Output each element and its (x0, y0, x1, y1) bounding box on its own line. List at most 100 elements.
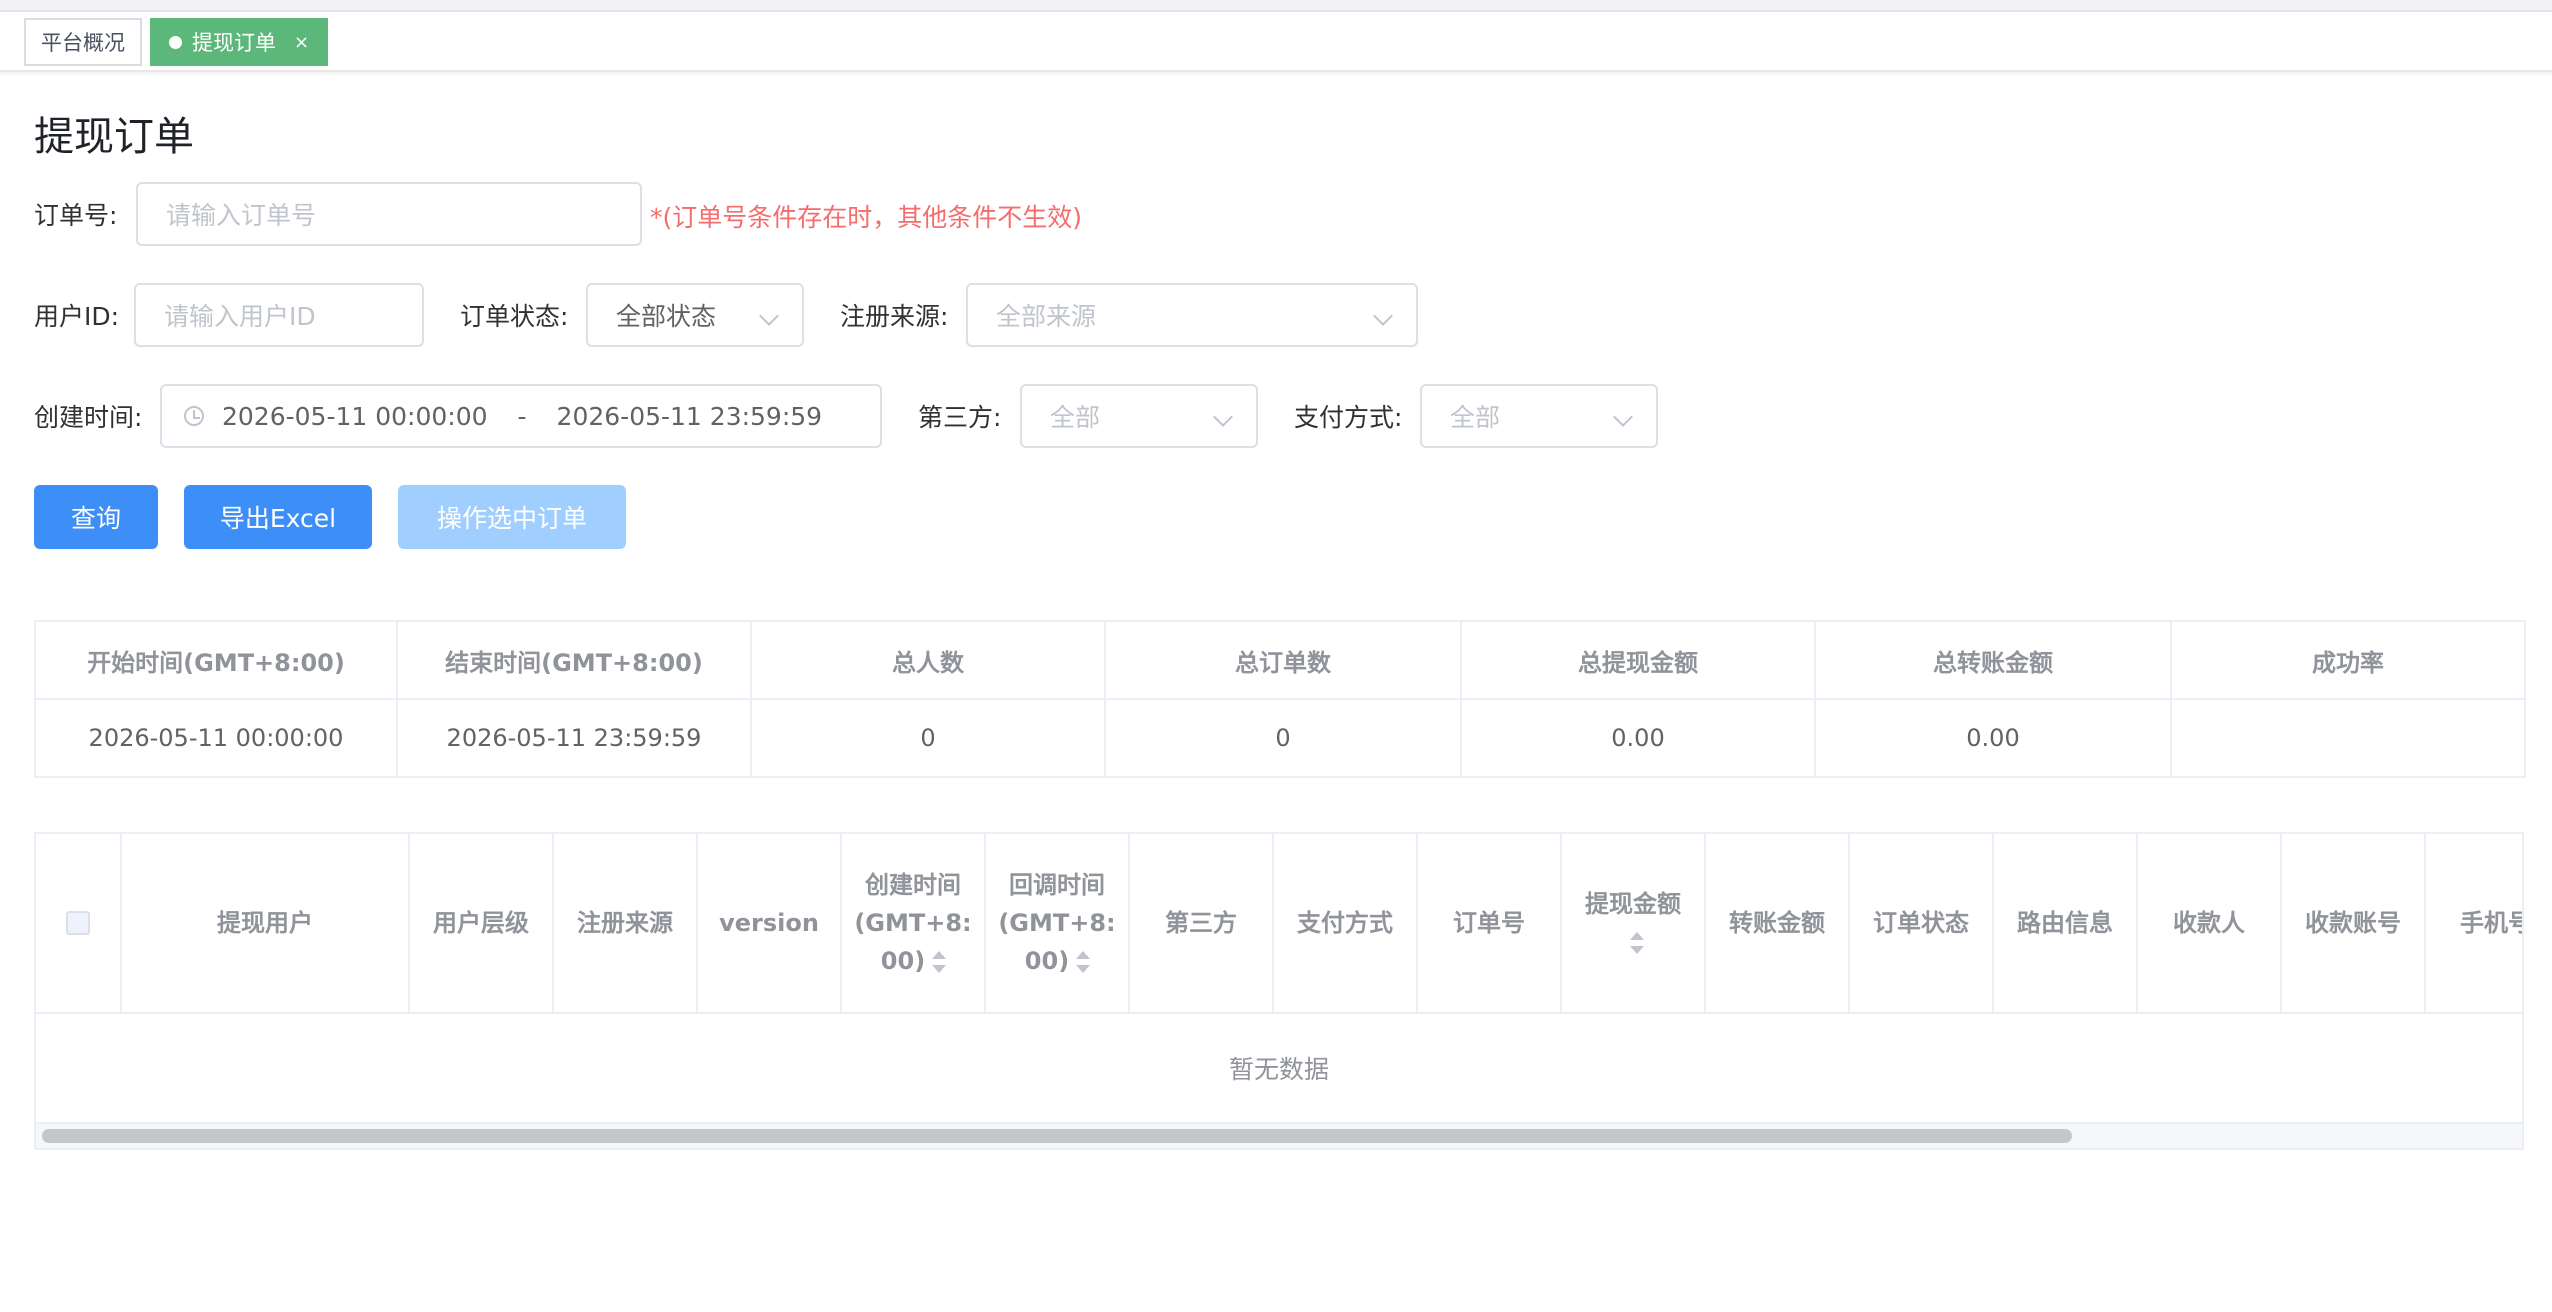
summary-cell: 0.00 (1814, 698, 2172, 778)
col-status: 订单状态 (1850, 834, 1994, 1012)
reg-source-label: 注册来源: (840, 302, 949, 331)
summary-header: 开始时间(GMT+8:00) (34, 620, 398, 700)
user-id-input[interactable]: 请输入用户ID (134, 283, 424, 347)
col-third: 第三方 (1130, 834, 1274, 1012)
tab-label: 平台概况 (41, 31, 125, 55)
order-no-label: 订单号: (34, 201, 118, 230)
col-phone-label: 手机号 (2460, 909, 2522, 937)
summary-header: 总转账金额 (1814, 620, 2172, 700)
query-button[interactable]: 查询 (34, 485, 158, 549)
page-title: 提现订单 (34, 114, 194, 160)
reg-source-placeholder: 全部来源 (996, 302, 1097, 331)
summary-row: 2026-05-11 00:00:00 2026-05-11 23:59:59 … (34, 698, 2526, 778)
pay-method-label: 支付方式: (1294, 403, 1403, 432)
pay-method-select[interactable]: 全部 (1420, 384, 1658, 448)
col-level: 用户层级 (410, 834, 554, 1012)
chevron-down-icon (1373, 306, 1393, 326)
empty-state: 暂无数据 (1228, 1055, 1329, 1084)
col-source-label: 注册来源 (577, 909, 673, 937)
tab-label: 提现订单 (191, 31, 276, 55)
col-callback-time[interactable]: 回调时间 (GMT+8: 00) (986, 834, 1130, 1012)
orders-header-row: 提现用户 用户层级 注册来源 version 创建时间 (GMT+8: 00) … (36, 834, 2522, 1014)
created-time-end[interactable]: 2026-05-11 23:59:59 (557, 402, 823, 431)
col-amount[interactable]: 提现金额 (1562, 834, 1706, 1012)
clock-icon (184, 406, 204, 426)
third-party-placeholder: 全部 (1050, 403, 1101, 432)
col-created-label: (GMT+8: (854, 909, 972, 937)
summary-cell: 2026-05-11 00:00:00 (34, 698, 398, 778)
summary-cell: 0 (1104, 698, 1462, 778)
col-created-time[interactable]: 创建时间 (GMT+8: 00) (842, 834, 986, 1012)
col-pay: 支付方式 (1274, 834, 1418, 1012)
range-separator: - (517, 401, 527, 431)
summary-header: 总人数 (750, 620, 1106, 700)
top-strip (0, 0, 2552, 12)
col-order-no: 订单号 (1418, 834, 1562, 1012)
col-callback-label: 00) (1024, 947, 1070, 975)
order-status-select[interactable]: 全部状态 (586, 283, 804, 347)
chevron-down-icon (1213, 407, 1233, 427)
created-time-range[interactable]: 2026-05-11 00:00:00 - 2026-05-11 23:59:5… (160, 384, 882, 448)
tab-withdraw-orders[interactable]: 提现订单 × (150, 18, 328, 66)
col-level-label: 用户层级 (433, 909, 529, 937)
sort-icon[interactable] (931, 951, 947, 973)
summary-header: 总订单数 (1104, 620, 1462, 700)
order-status-label: 订单状态: (460, 302, 569, 331)
col-transfer: 转账金额 (1706, 834, 1850, 1012)
close-icon[interactable]: × (294, 32, 309, 53)
summary-header: 结束时间(GMT+8:00) (396, 620, 752, 700)
col-payee: 收款人 (2138, 834, 2282, 1012)
created-time-start[interactable]: 2026-05-11 00:00:00 (222, 402, 488, 431)
tab-platform-overview[interactable]: 平台概况 (24, 18, 142, 66)
col-user-label: 提现用户 (217, 909, 313, 937)
active-dot-icon (168, 35, 182, 49)
select-all-checkbox[interactable] (66, 911, 90, 935)
col-route-label: 路由信息 (2017, 909, 2113, 937)
col-account: 收款账号 (2282, 834, 2426, 1012)
summary-table: 开始时间(GMT+8:00) 结束时间(GMT+8:00) 总人数 总订单数 总… (34, 620, 2526, 778)
user-id-label: 用户ID: (34, 302, 120, 331)
col-phone: 手机号 (2426, 834, 2522, 1012)
summary-header: 成功率 (2170, 620, 2526, 700)
scrollbar-thumb[interactable] (42, 1129, 2072, 1143)
operate-selected-button[interactable]: 操作选中订单 (398, 485, 626, 549)
order-no-input[interactable]: 请输入订单号 (136, 182, 642, 246)
sort-icon[interactable] (1629, 932, 1644, 954)
col-source: 注册来源 (554, 834, 698, 1012)
third-party-label: 第三方: (918, 403, 1002, 432)
export-excel-button[interactable]: 导出Excel (184, 485, 372, 549)
col-callback-label: 回调时间 (1008, 871, 1105, 899)
order-no-placeholder: 请输入订单号 (166, 201, 317, 230)
summary-cell: 2026-05-11 23:59:59 (396, 698, 752, 778)
col-created-label: 00) (880, 947, 926, 975)
tab-bar (0, 12, 2552, 72)
summary-cell: 0 (750, 698, 1106, 778)
col-version: version (698, 834, 842, 1012)
col-pay-label: 支付方式 (1297, 909, 1393, 937)
summary-header: 总提现金额 (1460, 620, 1816, 700)
col-account-label: 收款账号 (2305, 909, 2401, 937)
col-transfer-label: 转账金额 (1729, 909, 1825, 937)
sort-icon[interactable] (1075, 951, 1091, 973)
summary-header-row: 开始时间(GMT+8:00) 结束时间(GMT+8:00) 总人数 总订单数 总… (34, 620, 2526, 700)
chevron-down-icon (759, 306, 779, 326)
col-route: 路由信息 (1994, 834, 2138, 1012)
horizontal-scrollbar[interactable] (36, 1122, 2522, 1148)
order-no-hint: *(订单号条件存在时，其他条件不生效) (650, 203, 1083, 232)
col-user: 提现用户 (122, 834, 410, 1012)
col-version-label: version (719, 909, 819, 937)
select-all-cell (36, 834, 122, 1012)
col-created-label: 创建时间 (864, 871, 961, 899)
user-id-placeholder: 请输入用户ID (164, 302, 316, 331)
orders-table: 提现用户 用户层级 注册来源 version 创建时间 (GMT+8: 00) … (34, 832, 2524, 1150)
col-third-label: 第三方 (1165, 909, 1237, 937)
col-callback-label: (GMT+8: (998, 909, 1116, 937)
third-party-select[interactable]: 全部 (1020, 384, 1258, 448)
col-status-label: 订单状态 (1873, 909, 1969, 937)
reg-source-select[interactable]: 全部来源 (966, 283, 1418, 347)
pay-method-placeholder: 全部 (1450, 403, 1501, 432)
summary-cell: 0.00 (1460, 698, 1816, 778)
summary-cell (2170, 698, 2526, 778)
col-amount-label: 提现金额 (1585, 890, 1681, 918)
order-status-value: 全部状态 (616, 302, 717, 331)
